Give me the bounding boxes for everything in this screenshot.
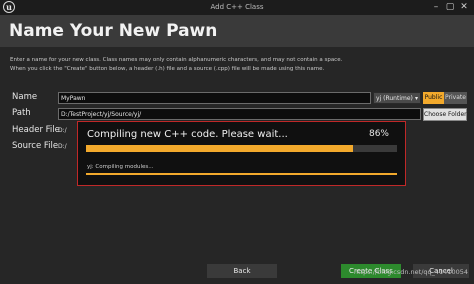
source-file-label: Source File [12, 141, 59, 151]
description-line-1: Enter a name for your new class. Class n… [10, 57, 343, 63]
name-input[interactable]: MyPawn [58, 92, 371, 104]
private-button[interactable]: Private [444, 92, 467, 104]
path-input[interactable]: D:/TestProject/yj/Source/yj/ [58, 108, 421, 120]
main-progress-bar [86, 145, 397, 152]
close-icon[interactable]: ✕ [457, 1, 471, 13]
compile-progress-dialog: Compiling new C++ code. Please wait... 8… [77, 121, 406, 186]
minimize-icon[interactable]: – [429, 1, 443, 13]
watermark: https://blog.csdn.net/qq_41410054 [353, 268, 468, 276]
progress-title: Compiling new C++ code. Please wait... [87, 129, 288, 140]
window-controls: – ▢ ✕ [429, 1, 471, 13]
back-button[interactable]: Back [207, 264, 277, 278]
path-label: Path [12, 108, 31, 118]
header-file-value: D:/ [58, 127, 67, 134]
main-progress-fill [86, 145, 354, 152]
module-select-value: yj (Runtime) [376, 95, 413, 102]
page-header: Name Your New Pawn [0, 15, 474, 47]
progress-subtask: yj: Compiling modules... [87, 164, 154, 170]
page-title: Name Your New Pawn [9, 21, 218, 41]
module-select[interactable]: yj (Runtime) ▾ [373, 92, 421, 104]
maximize-icon[interactable]: ▢ [443, 1, 457, 13]
choose-folder-button[interactable]: Choose Folder [423, 108, 467, 121]
name-label: Name [12, 92, 38, 102]
window-title: Add C++ Class [210, 3, 264, 11]
description-line-2: When you click the "Create" button below… [10, 66, 325, 72]
subtask-progress-fill [86, 173, 397, 175]
header-file-label: Header File [12, 125, 60, 135]
window-titlebar: u Add C++ Class – ▢ ✕ [0, 0, 474, 15]
public-button[interactable]: Public [423, 92, 444, 104]
progress-percent: 86% [368, 129, 389, 139]
chevron-down-icon: ▾ [414, 95, 418, 102]
subtask-progress-bar [86, 173, 397, 175]
source-file-value: D:/ [58, 143, 67, 150]
